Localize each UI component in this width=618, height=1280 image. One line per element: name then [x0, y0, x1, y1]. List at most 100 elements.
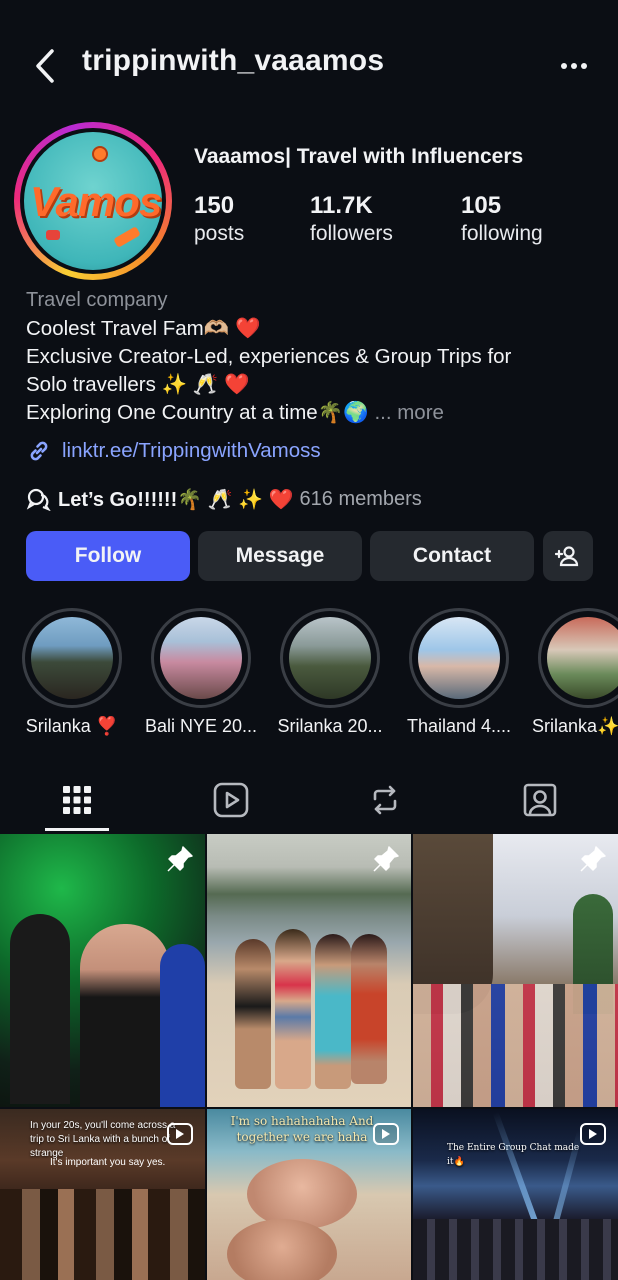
- tab-tagged[interactable]: [508, 770, 572, 830]
- profile-avatar-story-ring[interactable]: Vamos: [14, 122, 172, 280]
- highlight-label: Srilanka✨: [532, 716, 618, 736]
- bio-line-text: Exploring One Country at a time🌴🌍: [26, 401, 369, 424]
- channel-members: 616 members: [299, 487, 422, 510]
- tagged-user-icon: [523, 783, 557, 817]
- reel-badge: [371, 1119, 401, 1149]
- link-icon: [30, 441, 48, 461]
- posts-count: 150: [194, 192, 235, 219]
- tab-reposts[interactable]: [353, 770, 417, 830]
- post-caption: In your 20s, you'll come across a trip t…: [30, 1120, 176, 1159]
- avatar: Vamos: [24, 132, 162, 270]
- highlight-ring: [151, 608, 251, 708]
- message-button[interactable]: Message: [198, 531, 362, 581]
- reels-icon: [213, 782, 249, 818]
- photo-figure: [351, 934, 387, 1084]
- photo-figure: [160, 944, 205, 1107]
- followers-stat[interactable]: 11.7K followers: [310, 192, 393, 246]
- reels-icon: [580, 1123, 606, 1145]
- bio-line: Coolest Travel Fam🫶🏼 ❤️: [26, 317, 261, 340]
- post-caption-secondary: It's important you say yes.: [50, 1157, 166, 1168]
- photo-crowd: [413, 1219, 618, 1280]
- following-count: 105: [461, 192, 502, 219]
- reels-icon: [373, 1123, 399, 1145]
- channel-icon: [26, 488, 51, 511]
- highlight-ring: [22, 608, 122, 708]
- photo-figure: [315, 934, 351, 1089]
- highlight-label: Thailand 4....: [406, 716, 512, 736]
- post-thumbnail[interactable]: The Entire Group Chat made it🔥: [413, 1109, 618, 1280]
- photo-figure: [235, 939, 271, 1089]
- bio-line: Exclusive Creator-Led, experiences & Gro…: [26, 345, 512, 368]
- post-thumbnail[interactable]: I'm so hahahahaha And together we are ha…: [207, 1109, 411, 1280]
- photo-face: [247, 1159, 357, 1229]
- highlight-cover: [547, 617, 618, 699]
- pin-icon: [167, 846, 193, 872]
- tab-grid[interactable]: [45, 770, 109, 830]
- avatar-decor: [92, 146, 108, 162]
- tab-reels[interactable]: [199, 770, 263, 830]
- highlight-ring: [538, 608, 618, 708]
- display-name: Vaaamos| Travel with Influencers: [194, 145, 524, 168]
- more-dot: [571, 63, 577, 69]
- contact-button[interactable]: Contact: [370, 531, 534, 581]
- repost-icon: [373, 785, 397, 815]
- photo-figure: [80, 924, 170, 1107]
- highlight-label: Srilanka ❣️: [25, 716, 119, 736]
- back-button[interactable]: [28, 44, 62, 88]
- highlight-label: Bali NYE 20...: [144, 716, 258, 736]
- bio-line-last: Exploring One Country at a time🌴🌍 ... mo…: [26, 401, 444, 425]
- photo-figure: [275, 929, 311, 1089]
- post-thumbnail[interactable]: [0, 834, 205, 1107]
- chevron-left-icon: [36, 49, 54, 83]
- pin-icon: [373, 846, 399, 872]
- add-user-icon: [555, 546, 579, 567]
- post-thumbnail[interactable]: [413, 834, 618, 1107]
- airplane-icon: [113, 226, 141, 248]
- posts-label: posts: [194, 222, 245, 245]
- pinned-badge: [165, 844, 195, 874]
- more-options-button[interactable]: [554, 52, 594, 80]
- profile-category: Travel company: [26, 289, 168, 311]
- profile-tabs: [0, 770, 618, 832]
- active-tab-indicator: [45, 828, 109, 831]
- profile-link-text: linktr.ee/TrippingwithVamoss: [62, 439, 321, 462]
- follow-button[interactable]: Follow: [26, 531, 190, 581]
- highlight-cover: [31, 617, 113, 699]
- bio-more-button[interactable]: ... more: [374, 401, 444, 424]
- highlight-ring: [280, 608, 380, 708]
- photo-figure: [10, 914, 70, 1104]
- following-label: following: [461, 222, 543, 245]
- highlight-cover: [289, 617, 371, 699]
- car-icon: [46, 230, 60, 240]
- grid-icon: [63, 786, 91, 814]
- post-caption: I'm so hahahahaha And together we are ha…: [230, 1114, 374, 1144]
- following-stat[interactable]: 105 following: [461, 192, 543, 246]
- reels-icon: [167, 1123, 193, 1145]
- reel-badge: [165, 1119, 195, 1149]
- post-thumbnail[interactable]: [207, 834, 411, 1107]
- broadcast-channel[interactable]: Let’s Go!!!!!!🌴 🥂 ✨ ❤️ 616 members: [26, 484, 422, 514]
- pinned-badge: [578, 844, 608, 874]
- highlight-ring: [409, 608, 509, 708]
- photo-group: [413, 984, 618, 1107]
- followers-label: followers: [310, 222, 393, 245]
- avatar-logo-text: Vamos: [30, 178, 162, 225]
- profile-username: trippinwith_vaaamos: [82, 44, 385, 77]
- reel-badge: [578, 1119, 608, 1149]
- posts-grid: In your 20s, you'll come across a trip t…: [0, 834, 618, 1280]
- avatar-border: Vamos: [20, 128, 166, 274]
- channel-name: Let’s Go!!!!!!🌴 🥂 ✨ ❤️: [58, 488, 294, 511]
- highlight-cover: [418, 617, 500, 699]
- followers-count: 11.7K: [310, 192, 373, 219]
- posts-stat[interactable]: 150 posts: [194, 192, 244, 246]
- post-thumbnail[interactable]: In your 20s, you'll come across a trip t…: [0, 1109, 205, 1280]
- more-dot: [581, 63, 587, 69]
- bio-line: Solo travellers ✨ 🥂 ❤️: [26, 373, 250, 396]
- pinned-badge: [371, 844, 401, 874]
- profile-link[interactable]: linktr.ee/TrippingwithVamoss: [26, 437, 321, 465]
- highlight-label: Srilanka 20...: [277, 716, 383, 736]
- more-dots-icon: [561, 63, 567, 69]
- suggested-users-button[interactable]: [543, 531, 593, 581]
- photo-crowd: [0, 1189, 205, 1280]
- top-bar: trippinwith_vaaamos: [0, 0, 618, 130]
